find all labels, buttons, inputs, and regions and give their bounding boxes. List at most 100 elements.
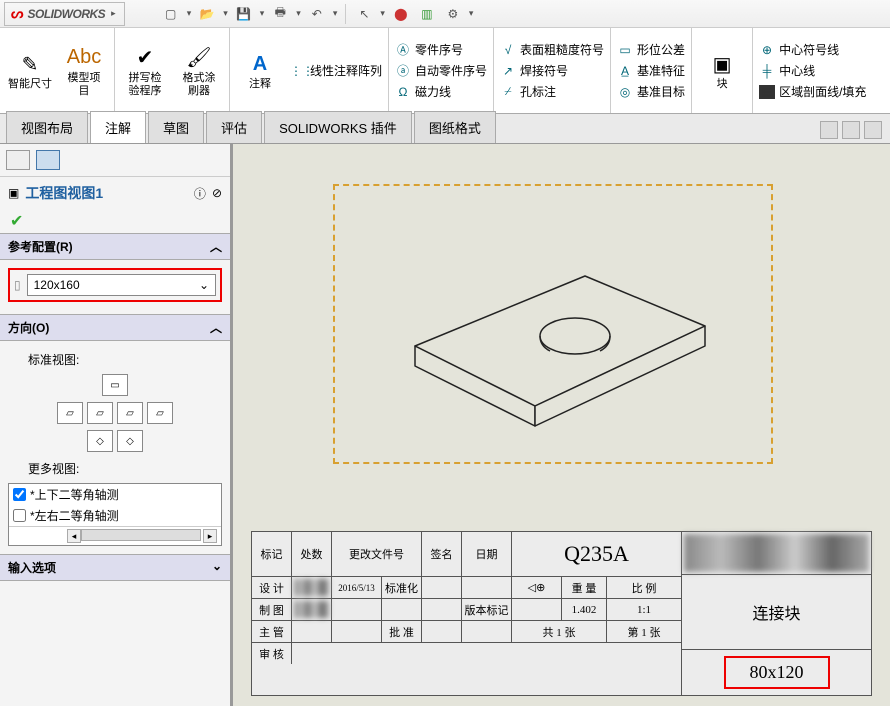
select-dd-icon[interactable]: ▾ [378,8,387,19]
app-logo: ᔕ SOLIDWORKS ▸ [4,2,125,26]
main-area: ▣ 工程图视图1 ⓘ ⊘ ✔ 参考配置(R)︿ ▯ 120x160 ⌄ [0,144,890,706]
tab-sheet-format[interactable]: 图纸格式 [414,111,496,143]
brush-icon: 🖌 [186,44,211,72]
undo-button[interactable]: ↶ [305,2,329,26]
search-icon[interactable] [820,121,838,139]
tb-version-mark: 版本标记 [462,599,512,620]
more-view-iso1[interactable]: *上下二等角轴测 [9,484,221,505]
print-dd-icon[interactable]: ▾ [294,8,303,19]
help-icon[interactable]: ⓘ [194,185,206,202]
hatch-icon: ▦ [759,85,775,99]
dimension-icon: ✎ [22,50,39,78]
list-scrollbar[interactable]: ◂ ▸ [9,526,221,545]
tab-layout[interactable]: 视图布局 [6,111,88,143]
magnet-icon: Ω [395,85,411,99]
tb-total: 共 1 张 [512,621,607,642]
surface-finish-button[interactable]: √表面粗糙度符号 [500,41,604,58]
ref-config-header[interactable]: 参考配置(R)︿ [0,233,230,260]
standard-views-grid: ▭ ▱ ▱ ▱ ▱ ◇ ◇ [8,374,222,452]
view-boundary[interactable] [333,184,773,464]
centermark-icon: ⊕ [759,43,775,57]
view-top[interactable]: ▱ [87,402,113,424]
save-button[interactable]: 💾 [232,2,256,26]
datum-target-button[interactable]: ◎基准目标 [617,83,685,100]
target-icon: ◎ [617,85,633,99]
more-view-iso2[interactable]: *左右二等角轴测 [9,505,221,526]
tb-page: 第 1 张 [607,621,681,642]
tb-ratio-label: 比 例 [607,577,681,598]
app-name: SOLIDWORKS [27,7,105,21]
logo-dropdown-icon[interactable]: ▸ [109,8,118,19]
linear-pattern-button[interactable]: ⋮⋮线性注释阵列 [290,62,382,79]
undo-dd-icon[interactable]: ▾ [331,8,340,19]
magnetic-line-button[interactable]: Ω磁力线 [395,83,487,100]
spell-check-button[interactable]: ✔ 拼写检 验程序 [121,32,169,109]
drawing-canvas[interactable]: 标记 处数 更改文件号 签名 日期 Q235A 设 计 2016/5/13 标准… [233,144,890,706]
select-button[interactable]: ↖ [352,2,376,26]
pin-icon[interactable]: ⊘ [212,186,222,200]
geo-tol-button[interactable]: ▭形位公差 [617,41,685,58]
orientation-header[interactable]: 方向(O)︿ [0,314,230,341]
view-right[interactable]: ▱ [117,402,143,424]
quick-access-toolbar: ᔕ SOLIDWORKS ▸ ▢▾ 📂▾ 💾▾ 🖶▾ ↶▾ ↖▾ ⬤ ▥ ⚙▾ [0,0,890,28]
save-dd-icon[interactable]: ▾ [258,8,267,19]
config-icon: ▯ [14,278,21,292]
title-block: 标记 处数 更改文件号 签名 日期 Q235A 设 计 2016/5/13 标准… [251,531,872,696]
datum-button[interactable]: A̲基准特征 [617,62,685,79]
new-button[interactable]: ▢ [159,2,183,26]
tab-addins[interactable]: SOLIDWORKS 插件 [264,111,412,143]
view-left[interactable]: ▱ [57,402,83,424]
auto-balloon-button[interactable]: ⓐ自动零件序号 [395,62,487,79]
note-button[interactable]: A 注释 [236,32,284,109]
options-dd-icon[interactable]: ▾ [467,8,476,19]
surface-icon: √ [500,43,516,57]
scroll-right-icon[interactable]: ▸ [203,529,217,543]
auto-balloon-icon: ⓐ [395,62,411,79]
hatch-button[interactable]: ▦区域剖面线/填充 [759,83,866,100]
ok-button[interactable]: ✔ [0,209,230,233]
balloon-button[interactable]: Ⓐ零件序号 [395,41,487,58]
ref-config-combo[interactable]: 120x160 ⌄ [27,274,216,296]
model-items-button[interactable]: Abc 模型项 目 [60,32,108,109]
chevron-down-icon: ⌄ [199,278,209,292]
print-button[interactable]: 🖶 [268,2,292,26]
rebuild-all-button[interactable]: ▥ [415,2,439,26]
iso2-checkbox[interactable] [13,509,26,522]
view-front[interactable]: ▭ [102,374,128,396]
tb-draw-label: 制 图 [252,599,292,620]
more-views-list: *上下二等角轴测 *左右二等角轴测 ◂ ▸ [8,483,222,546]
tb-sign-label: 签名 [422,532,462,576]
open-dd-icon[interactable]: ▾ [221,8,230,19]
view-iso1[interactable]: ◇ [87,430,113,452]
scroll-left-icon[interactable]: ◂ [67,529,81,543]
center-mark-button[interactable]: ⊕中心符号线 [759,41,866,58]
hole-callout-button[interactable]: ⌿孔标注 [500,83,604,100]
view-zoom-icon[interactable] [842,121,860,139]
tb-standard-label: 标准化 [382,577,422,598]
tab-evaluate[interactable]: 评估 [206,111,262,143]
input-options-header[interactable]: 输入选项⌄ [0,554,230,581]
tb-manage-label: 主 管 [252,621,292,642]
view-back[interactable]: ▱ [147,402,173,424]
block-button[interactable]: ▣ 块 [698,32,746,109]
tab-annotation[interactable]: 注解 [90,111,146,143]
new-dd-icon[interactable]: ▾ [185,8,194,19]
weld-symbol-button[interactable]: ↗焊接符号 [500,62,604,79]
panel-tab-feature[interactable] [6,150,30,170]
open-button[interactable]: 📂 [195,2,219,26]
tb-check-label: 审 核 [252,643,292,664]
centerline-button[interactable]: ╪中心线 [759,62,866,79]
view-display-icon[interactable] [864,121,882,139]
smart-dimension-button[interactable]: ✎ 智能尺寸 [6,32,54,109]
iso1-checkbox[interactable] [13,488,26,501]
drawing-view-isometric[interactable] [385,216,725,436]
rebuild-button[interactable]: ⬤ [389,2,413,26]
panel-tab-property[interactable] [36,150,60,170]
options-button[interactable]: ⚙ [441,2,465,26]
tb-part-name: 连接块 [682,575,871,649]
tab-sketch[interactable]: 草图 [148,111,204,143]
panel-tabs [0,144,230,176]
view-iso2[interactable]: ◇ [117,430,143,452]
tb-design-date: 2016/5/13 [332,577,382,598]
format-painter-button[interactable]: 🖌 格式涂 刷器 [175,32,223,109]
